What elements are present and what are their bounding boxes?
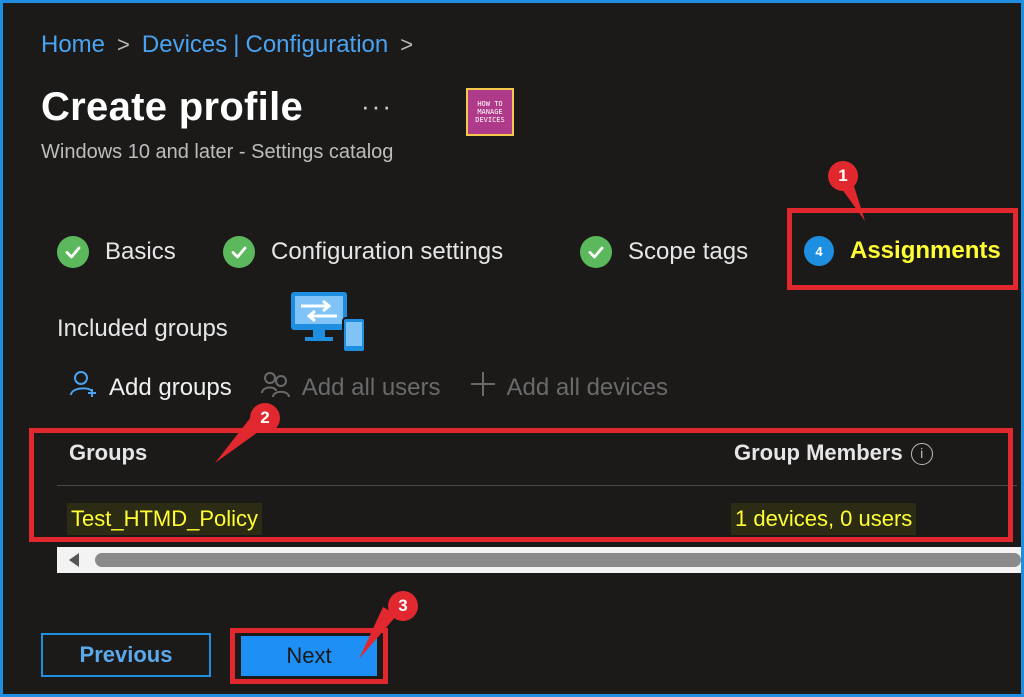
step-label: Configuration settings bbox=[271, 238, 504, 265]
step-label: Basics bbox=[105, 238, 176, 265]
annotation-highlight-box bbox=[787, 208, 1018, 290]
page-title: Create profile bbox=[41, 85, 304, 129]
people-icon bbox=[260, 369, 292, 406]
breadcrumb-separator: > bbox=[117, 32, 130, 57]
checkmark-icon bbox=[223, 236, 255, 268]
previous-button[interactable]: Previous bbox=[41, 633, 211, 677]
tab-scope-tags[interactable]: Scope tags bbox=[580, 236, 748, 268]
add-groups-button[interactable]: Add groups bbox=[69, 369, 232, 406]
included-groups-label: Included groups bbox=[57, 315, 228, 342]
annotation-highlight-box bbox=[29, 428, 1013, 542]
horizontal-scrollbar[interactable] bbox=[57, 547, 1021, 573]
breadcrumb-configuration[interactable]: Configuration bbox=[245, 31, 388, 59]
tab-basics[interactable]: Basics bbox=[57, 236, 176, 268]
devices-icon bbox=[291, 292, 367, 359]
page-subtitle: Windows 10 and later - Settings catalog bbox=[41, 141, 394, 163]
more-options-icon[interactable]: ··· bbox=[361, 91, 393, 122]
add-all-users-button[interactable]: Add all users bbox=[260, 369, 441, 406]
breadcrumb-devices[interactable]: Devices bbox=[142, 31, 227, 59]
checkmark-icon bbox=[57, 236, 89, 268]
scrollbar-thumb[interactable] bbox=[95, 553, 1021, 567]
add-groups-label: Add groups bbox=[109, 373, 232, 401]
htmd-logo: HOW TO MANAGE DEVICES bbox=[466, 88, 514, 136]
breadcrumb-pipe: | bbox=[233, 31, 240, 58]
add-person-icon bbox=[69, 369, 99, 406]
tab-configuration-settings[interactable]: Configuration settings bbox=[223, 236, 503, 268]
plus-icon bbox=[469, 370, 497, 405]
window-frame: Home > Devices | Configuration > Create … bbox=[0, 0, 1024, 697]
step-label: Scope tags bbox=[628, 238, 749, 265]
add-all-devices-label: Add all devices bbox=[506, 373, 668, 401]
breadcrumb-home[interactable]: Home bbox=[41, 31, 105, 59]
callout-badge: 2 bbox=[250, 403, 280, 433]
checkmark-icon bbox=[580, 236, 612, 268]
scroll-left-icon[interactable] bbox=[69, 553, 79, 567]
add-all-users-label: Add all users bbox=[301, 373, 441, 401]
logo-line: DEVICES bbox=[475, 116, 505, 124]
callout-badge: 3 bbox=[388, 591, 418, 621]
breadcrumb-separator: > bbox=[400, 32, 414, 57]
logo-line: MANAGE bbox=[477, 108, 503, 116]
logo-line: HOW TO bbox=[477, 100, 503, 108]
command-bar: Add groups Add all users Add all devices bbox=[69, 369, 696, 406]
breadcrumb: Home > Devices | Configuration > bbox=[41, 31, 413, 59]
add-all-devices-button[interactable]: Add all devices bbox=[469, 370, 668, 405]
callout-badge: 1 bbox=[828, 161, 858, 191]
